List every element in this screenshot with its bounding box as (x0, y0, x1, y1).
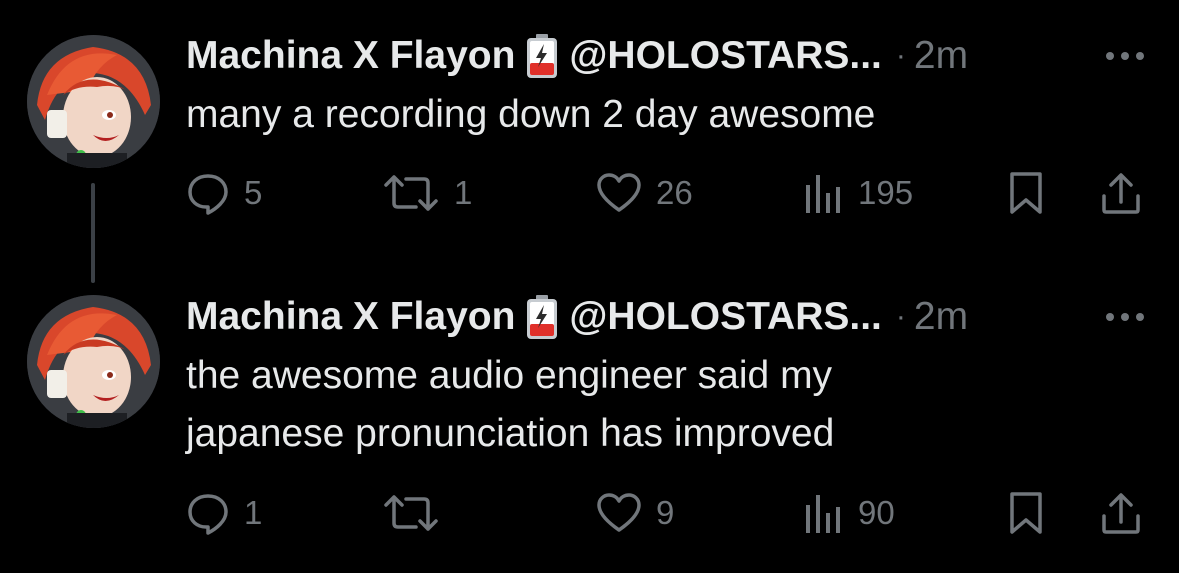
share-icon (1102, 173, 1140, 214)
action-bar: 5 1 26 195 (186, 169, 1146, 217)
reply-icon (188, 494, 228, 535)
avatar-image (27, 35, 160, 168)
views-button[interactable]: 90 (804, 489, 895, 537)
timestamp[interactable]: 2m (914, 295, 968, 339)
reply-button[interactable]: 1 (186, 489, 262, 537)
retweet-icon (384, 175, 438, 211)
action-bar: 1 9 90 (186, 489, 1146, 537)
author-avatar[interactable] (27, 295, 160, 428)
reply-count: 5 (244, 174, 263, 211)
views-chart-icon (806, 175, 840, 213)
reply-button[interactable]: 5 (186, 169, 262, 217)
like-button[interactable]: 9 (596, 489, 674, 537)
tweet-1[interactable]: Machina X Flayon @HOLOSTARS... · 2m many… (0, 0, 1179, 283)
retweet-button[interactable]: 1 (382, 169, 472, 217)
views-chart-icon (806, 495, 840, 533)
author-avatar[interactable] (27, 35, 160, 168)
reply-count: 1 (244, 494, 263, 531)
views-button[interactable]: 195 (804, 169, 913, 217)
bookmark-button[interactable] (1008, 489, 1044, 537)
retweet-icon (384, 495, 438, 531)
author-handle[interactable]: @HOLOSTARS... (569, 295, 881, 339)
tweet-2[interactable]: Machina X Flayon @HOLOSTARS... · 2m the … (0, 283, 1179, 573)
heart-icon (597, 173, 641, 212)
more-options-icon[interactable] (1102, 307, 1148, 327)
like-count: 9 (656, 494, 675, 531)
retweet-count: 1 (454, 174, 473, 211)
bookmark-icon (1010, 492, 1042, 534)
like-count: 26 (656, 174, 693, 211)
like-button[interactable]: 26 (596, 169, 693, 217)
bookmark-icon (1010, 172, 1042, 214)
heart-icon (597, 493, 641, 532)
timestamp[interactable]: 2m (914, 34, 968, 78)
retweet-button[interactable] (382, 489, 454, 537)
battery-emoji-icon (525, 33, 559, 79)
reply-icon (188, 174, 228, 215)
tweet-text: many a recording down 2 day awesome (186, 93, 876, 136)
avatar-image (27, 295, 160, 428)
tweet-header: Machina X Flayon @HOLOSTARS... · 2m (186, 295, 968, 339)
bookmark-button[interactable] (1008, 169, 1044, 217)
more-options-icon[interactable] (1102, 46, 1148, 66)
share-icon (1102, 493, 1140, 534)
separator-dot: · (895, 300, 906, 333)
author-handle[interactable]: @HOLOSTARS... (569, 34, 881, 78)
share-button[interactable] (1100, 169, 1142, 217)
battery-emoji-icon (525, 294, 559, 340)
share-button[interactable] (1100, 489, 1142, 537)
author-name[interactable]: Machina X Flayon (186, 34, 515, 78)
tweet-header: Machina X Flayon @HOLOSTARS... · 2m (186, 34, 968, 78)
view-count: 195 (858, 174, 914, 211)
view-count: 90 (858, 494, 895, 531)
tweet-text: the awesome audio engineer said my japan… (186, 354, 835, 455)
separator-dot: · (895, 39, 906, 72)
author-name[interactable]: Machina X Flayon (186, 295, 515, 339)
